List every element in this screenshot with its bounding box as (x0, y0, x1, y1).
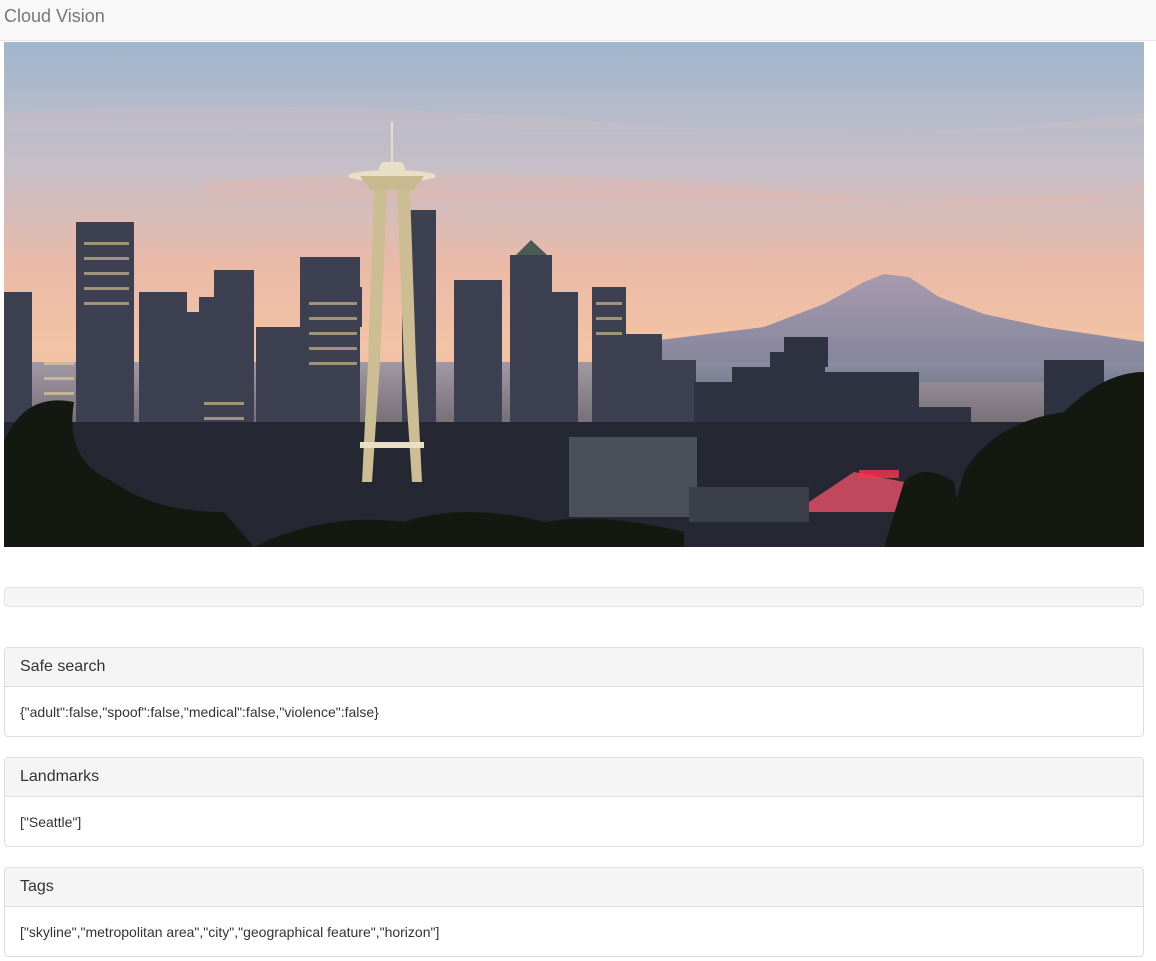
tags-title: Tags (5, 868, 1143, 907)
analyzed-image (4, 42, 1144, 547)
analysis-progress-bar (4, 587, 1144, 607)
tags-panel: Tags ["skyline","metropolitan area","cit… (4, 867, 1144, 957)
tags-result: ["skyline","metropolitan area","city","g… (20, 924, 440, 940)
landmarks-title: Landmarks (5, 758, 1143, 797)
landmarks-panel: Landmarks ["Seattle"] (4, 757, 1144, 847)
safe-search-panel: Safe search {"adult":false,"spoof":false… (4, 647, 1144, 737)
seattle-skyline-image (4, 42, 1144, 547)
brand-link[interactable]: Cloud Vision (4, 6, 105, 27)
landmarks-result: ["Seattle"] (20, 814, 82, 830)
safe-search-title: Safe search (5, 648, 1143, 687)
navbar: Cloud Vision (0, 0, 1156, 41)
safe-search-result: {"adult":false,"spoof":false,"medical":f… (20, 704, 379, 720)
